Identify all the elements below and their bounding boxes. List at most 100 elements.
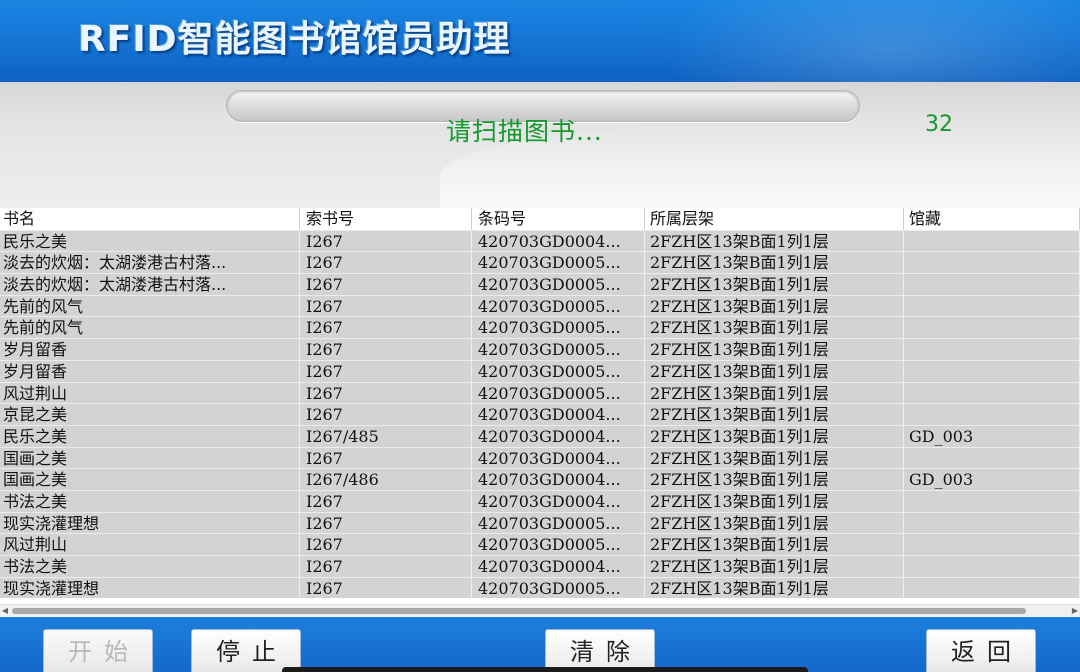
table-row[interactable]: 书法之美 I267 420703GD0004... 2FZH区13架B面1列1层 — [0, 555, 1080, 577]
cell-shelf: 2FZH区13架B面1列1层 — [645, 425, 904, 447]
app-title: RFID智能图书馆馆员助理 — [78, 19, 511, 60]
cell-title: 风过荆山 — [0, 534, 300, 555]
table-body: 民乐之美 I267 420703GD0004... 2FZH区13架B面1列1层 淡去的… — [0, 229, 1080, 599]
cell-collection: GD_003 — [904, 425, 1080, 447]
table-row[interactable]: 民乐之美 I267/485 420703GD0004... 2FZH区13架B面1列1… — [0, 424, 1080, 447]
cell-title: 国画之美 — [0, 447, 300, 469]
arrow-right-icon[interactable]: ▶ — [1070, 605, 1080, 617]
cell-shelf: 2FZH区13架B面1列1层 — [645, 295, 904, 317]
cell-shelf: 2FZH区13架B面1列1层 — [645, 317, 904, 339]
cell-collection — [904, 382, 1080, 404]
table-row[interactable]: 现实浇灌理想 I267 420703GD0005... 2FZH区13架B面1列1层 — [0, 511, 1080, 534]
cell-barcode: 420703GD0005... — [472, 252, 645, 274]
cell-title: 国画之美 — [0, 469, 300, 490]
book-table: 书名 索书号 条码号 所属层架 馆藏 民乐之美 I267 420703GD0004.… — [0, 208, 1080, 618]
cell-shelf: 2FZH区13架B面1列1层 — [645, 577, 904, 599]
header-call-number[interactable]: 索书号 — [300, 208, 472, 230]
cell-barcode: 420703GD0005... — [472, 360, 645, 382]
cell-title: 淡去的炊烟：太湖溇港古村落... — [0, 252, 300, 274]
cell-shelf: 2FZH区13架B面1列1层 — [645, 274, 904, 295]
table-row[interactable]: 京昆之美 I267 420703GD0004... 2FZH区13架B面1列1层 — [0, 403, 1080, 425]
cell-call-number: I267 — [300, 556, 472, 577]
cell-barcode: 420703GD0004... — [472, 404, 645, 425]
cell-collection — [904, 230, 1080, 252]
header-barcode[interactable]: 条码号 — [472, 208, 645, 230]
scrollbar-thumb[interactable] — [12, 608, 1026, 614]
start-button[interactable]: 开始 — [43, 629, 153, 672]
cell-title: 现实浇灌理想 — [0, 577, 300, 599]
cell-title: 京昆之美 — [0, 404, 300, 425]
cell-barcode: 420703GD0005... — [472, 512, 645, 534]
table-row[interactable]: 民乐之美 I267 420703GD0004... 2FZH区13架B面1列1层 — [0, 229, 1080, 252]
header-shelf[interactable]: 所属层架 — [645, 208, 904, 230]
footer-bar: 开始 停止 清除 返回 — [0, 617, 1080, 672]
cell-collection — [904, 447, 1080, 469]
clear-button[interactable]: 清除 — [545, 629, 655, 672]
table-row[interactable]: 岁月留香 I267 420703GD0005... 2FZH区13架B面1列1层 — [0, 359, 1080, 382]
header-collection[interactable]: 馆藏 — [904, 208, 1080, 230]
cell-title: 书法之美 — [0, 556, 300, 577]
cell-call-number: I267/485 — [300, 425, 472, 447]
cell-barcode: 420703GD0004... — [472, 556, 645, 577]
header-title[interactable]: 书名 — [0, 208, 300, 230]
table-row[interactable]: 风过荆山 I267 420703GD0005... 2FZH区13架B面1列1层 — [0, 381, 1080, 404]
table-row[interactable]: 国画之美 I267/486 420703GD0004... 2FZH区13架B面1列1… — [0, 468, 1080, 490]
table-row[interactable]: 先前的风气 I267 420703GD0005... 2FZH区13架B面1列1层 — [0, 316, 1080, 339]
cell-call-number: I267 — [300, 577, 472, 599]
table-row[interactable]: 现实浇灌理想 I267 420703GD0005... 2FZH区13架B面1列1层 — [0, 576, 1080, 599]
cell-barcode: 420703GD0004... — [472, 490, 645, 512]
stop-button[interactable]: 停止 — [191, 629, 301, 672]
cell-call-number: I267 — [300, 295, 472, 317]
cell-barcode: 420703GD0004... — [472, 230, 645, 252]
cell-title: 书法之美 — [0, 490, 300, 512]
back-button[interactable]: 返回 — [926, 629, 1036, 672]
table-header: 书名 索书号 条码号 所属层架 馆藏 — [0, 208, 1080, 230]
cell-call-number: I267 — [300, 360, 472, 382]
table-row[interactable]: 淡去的炊烟：太湖溇港古村落... I267 420703GD0005... 2FZH区… — [0, 273, 1080, 295]
cell-shelf: 2FZH区13架B面1列1层 — [645, 447, 904, 469]
cell-call-number: I267 — [300, 317, 472, 339]
cell-collection — [904, 295, 1080, 317]
cell-call-number: I267 — [300, 252, 472, 274]
cell-call-number: I267 — [300, 534, 472, 555]
cell-collection: GD_003 — [904, 469, 1080, 490]
cell-call-number: I267 — [300, 447, 472, 469]
cell-collection — [904, 512, 1080, 534]
table-row[interactable]: 国画之美 I267 420703GD0004... 2FZH区13架B面1列1层 — [0, 446, 1080, 469]
cell-barcode: 420703GD0005... — [472, 339, 645, 360]
cell-barcode: 420703GD0005... — [472, 382, 645, 404]
table-row[interactable]: 淡去的炊烟：太湖溇港古村落... I267 420703GD0005... 2FZH区… — [0, 251, 1080, 274]
cell-collection — [904, 274, 1080, 295]
cell-shelf: 2FZH区13架B面1列1层 — [645, 534, 904, 555]
cell-shelf: 2FZH区13架B面1列1层 — [645, 382, 904, 404]
table-row[interactable]: 先前的风气 I267 420703GD0005... 2FZH区13架B面1列1层 — [0, 294, 1080, 317]
table-row[interactable]: 书法之美 I267 420703GD0004... 2FZH区13架B面1列1层 — [0, 489, 1080, 512]
table-row[interactable]: 岁月留香 I267 420703GD0005... 2FZH区13架B面1列1层 — [0, 338, 1080, 360]
cell-barcode: 420703GD0005... — [472, 577, 645, 599]
cell-collection — [904, 317, 1080, 339]
cell-barcode: 420703GD0005... — [472, 295, 645, 317]
cell-call-number: I267 — [300, 274, 472, 295]
cell-call-number: I267 — [300, 512, 472, 534]
cell-shelf: 2FZH区13架B面1列1层 — [645, 490, 904, 512]
cell-title: 风过荆山 — [0, 382, 300, 404]
cell-barcode: 420703GD0005... — [472, 534, 645, 555]
cell-call-number: I267 — [300, 404, 472, 425]
cell-call-number: I267 — [300, 230, 472, 252]
cell-shelf: 2FZH区13架B面1列1层 — [645, 252, 904, 274]
cell-call-number: I267 — [300, 490, 472, 512]
cell-collection — [904, 252, 1080, 274]
horizontal-scrollbar[interactable]: ◀ ▶ — [0, 604, 1080, 617]
cell-title: 先前的风气 — [0, 317, 300, 339]
cell-shelf: 2FZH区13架B面1列1层 — [645, 512, 904, 534]
cell-collection — [904, 360, 1080, 382]
cell-barcode: 420703GD0004... — [472, 469, 645, 490]
arrow-left-icon[interactable]: ◀ — [0, 605, 10, 617]
table-row[interactable]: 风过荆山 I267 420703GD0005... 2FZH区13架B面1列1层 — [0, 533, 1080, 555]
cell-title: 先前的风气 — [0, 295, 300, 317]
scan-message: 请扫描图书... — [446, 117, 603, 146]
cell-collection — [904, 339, 1080, 360]
cell-shelf: 2FZH区13架B面1列1层 — [645, 360, 904, 382]
cell-collection — [904, 534, 1080, 555]
cell-shelf: 2FZH区13架B面1列1层 — [645, 556, 904, 577]
